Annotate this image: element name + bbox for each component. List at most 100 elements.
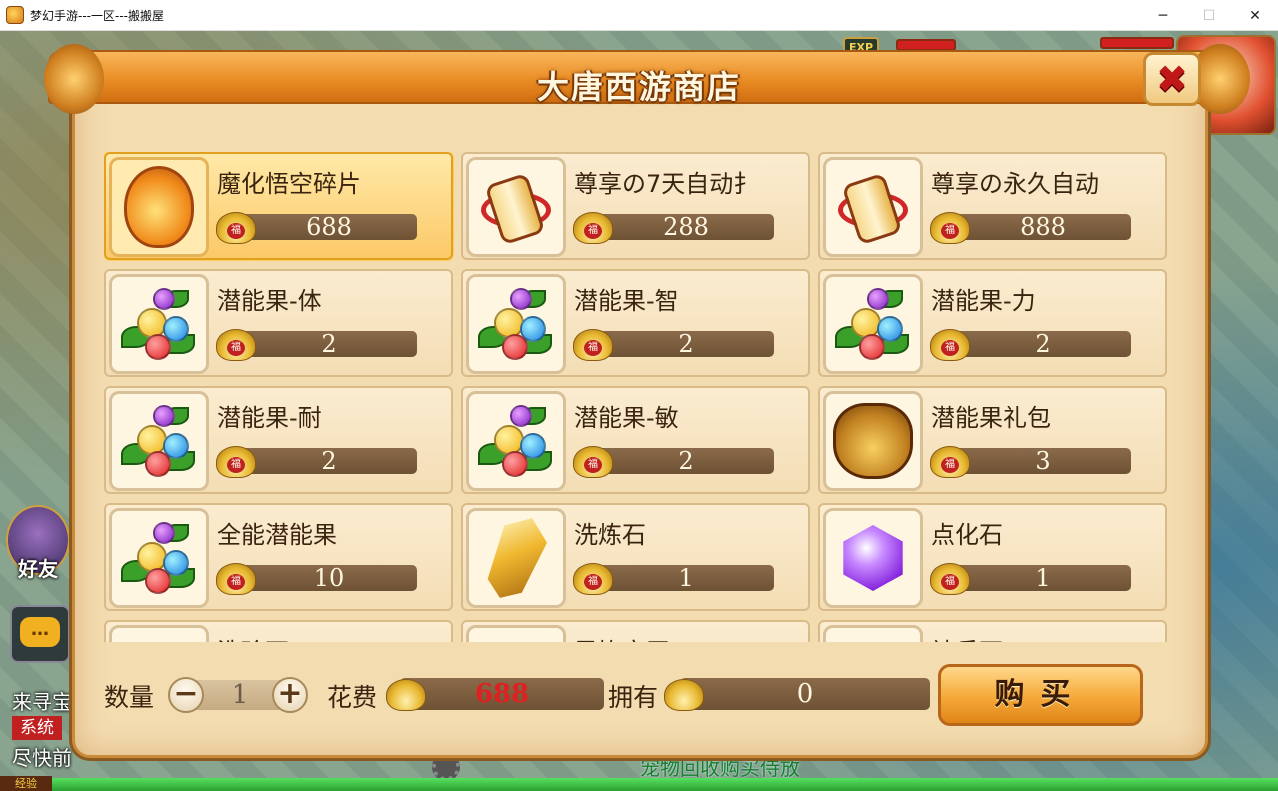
shop-item-card[interactable]: 神兵石 xyxy=(818,620,1167,642)
egg-icon xyxy=(109,157,209,257)
close-window-button[interactable]: ✕ xyxy=(1232,0,1278,31)
chat-button[interactable]: … xyxy=(10,605,70,663)
item-name: 灵饰宝玉 xyxy=(574,632,804,642)
owned-ingot-icon xyxy=(664,679,704,711)
minimize-button[interactable]: ─ xyxy=(1140,0,1186,31)
quantity-label: 数量 xyxy=(104,683,155,712)
item-price: 888 xyxy=(955,214,1131,240)
chat-line-1: 来寻宝 xyxy=(12,690,72,714)
buy-button[interactable]: 购买 xyxy=(938,664,1143,726)
ingot-icon xyxy=(216,446,256,478)
item-grid: 魔化悟空碎片688尊享の7天自动扌288尊享の永久自动888潜能果-体2潜能果-… xyxy=(104,152,1167,642)
gold-crystal-icon xyxy=(466,508,566,608)
window-controls: ─ ☐ ✕ xyxy=(1140,0,1278,31)
window-titlebar: 梦幻手游---一区---搬搬屋 ─ ☐ ✕ xyxy=(0,0,1278,31)
ingot-icon xyxy=(573,212,613,244)
maximize-button[interactable]: ☐ xyxy=(1186,0,1232,31)
item-price: 10 xyxy=(241,565,417,591)
shop-item-card[interactable]: 洗炼石 1 xyxy=(461,503,810,611)
scroll-icon xyxy=(823,157,923,257)
item-price: 1 xyxy=(955,565,1131,591)
ingot-icon xyxy=(930,212,970,244)
item-name: 洗炼石 xyxy=(574,521,646,549)
shop-item-card[interactable]: 潜能果-敏 2 xyxy=(461,386,810,494)
item-price: 688 xyxy=(241,214,417,240)
chat-icon: … xyxy=(20,617,60,647)
item-price: 1 xyxy=(598,565,774,591)
ingot-icon xyxy=(930,563,970,595)
item-name: 点化石 xyxy=(931,521,1003,549)
shop-item-card[interactable]: 灵饰宝玉 xyxy=(461,620,810,642)
app-icon xyxy=(6,6,24,24)
shop-item-card[interactable]: 魔化悟空碎片 688 xyxy=(104,152,453,260)
fruit-icon xyxy=(109,391,209,491)
cost-label: 花费 xyxy=(327,683,378,712)
item-name: 潜能果-智 xyxy=(574,287,679,315)
item-name: 尊享の永久自动 xyxy=(931,170,1099,198)
item-name: 潜能果-敏 xyxy=(574,404,679,432)
cost-value: 688 xyxy=(400,678,604,710)
shop-item-card[interactable]: 潜能果-力 2 xyxy=(818,269,1167,377)
item-icon xyxy=(109,625,209,642)
item-icon xyxy=(823,625,923,642)
ingot-icon xyxy=(930,446,970,478)
shop-item-card[interactable]: 潜能果-体 2 xyxy=(104,269,453,377)
ingot-icon xyxy=(573,563,613,595)
item-name: 潜能果礼包 xyxy=(931,404,1051,432)
shop-item-card[interactable]: 潜能果-智 2 xyxy=(461,269,810,377)
item-name: 洗珍石 xyxy=(217,632,447,642)
ingot-icon xyxy=(930,329,970,361)
item-name: 潜能果-力 xyxy=(931,287,1036,315)
fruit-icon xyxy=(109,508,209,608)
close-shop-button[interactable]: ✖ xyxy=(1143,52,1201,106)
close-icon: ✖ xyxy=(1156,57,1188,101)
window-title: 梦幻手游---一区---搬搬屋 xyxy=(30,8,164,23)
system-tag: 系统 xyxy=(12,716,62,740)
item-name: 全能潜能果 xyxy=(217,521,337,549)
ingot-icon xyxy=(216,563,256,595)
item-price: 2 xyxy=(598,331,774,357)
shop-item-card[interactable]: 尊享の7天自动扌 288 xyxy=(461,152,810,260)
ingot-icon xyxy=(573,329,613,361)
purple-gem-icon xyxy=(823,508,923,608)
item-name: 魔化悟空碎片 xyxy=(217,170,361,198)
player-hp-bar xyxy=(1100,37,1174,49)
gift-bag-icon xyxy=(823,391,923,491)
shop-item-card[interactable]: 全能潜能果 10 xyxy=(104,503,453,611)
friend-label: 好友 xyxy=(18,557,58,581)
item-name: 潜能果-体 xyxy=(217,287,322,315)
item-price: 2 xyxy=(955,331,1131,357)
owned-value: 0 xyxy=(680,678,930,710)
shop-title: 大唐西游商店 xyxy=(536,68,741,106)
exp-progress-bar xyxy=(0,778,1278,791)
ingot-icon xyxy=(216,212,256,244)
quantity-minus-button[interactable]: − xyxy=(168,677,204,713)
owned-label: 拥有 xyxy=(608,683,659,712)
shop-item-card[interactable]: 潜能果-耐 2 xyxy=(104,386,453,494)
shop-item-card[interactable]: 点化石 1 xyxy=(818,503,1167,611)
ingot-icon xyxy=(216,329,256,361)
cost-ingot-icon xyxy=(386,679,426,711)
exp-label: 经验 xyxy=(0,776,52,791)
shop-item-card[interactable]: 尊享の永久自动 888 xyxy=(818,152,1167,260)
quantity-plus-button[interactable]: + xyxy=(272,677,308,713)
fruit-icon xyxy=(466,274,566,374)
shop-item-card[interactable]: 洗珍石 xyxy=(104,620,453,642)
fruit-icon xyxy=(109,274,209,374)
item-price: 2 xyxy=(241,331,417,357)
item-price: 3 xyxy=(955,448,1131,474)
fruit-icon xyxy=(466,391,566,491)
item-price: 288 xyxy=(598,214,774,240)
chat-line-2: 尽快前 xyxy=(12,746,72,770)
item-price: 2 xyxy=(241,448,417,474)
ingot-icon xyxy=(573,446,613,478)
scroll-icon xyxy=(466,157,566,257)
item-name: 潜能果-耐 xyxy=(217,404,322,432)
item-icon xyxy=(466,625,566,642)
item-list[interactable]: 魔化悟空碎片688尊享の7天自动扌288尊享の永久自动888潜能果-体2潜能果-… xyxy=(104,152,1172,642)
fruit-icon xyxy=(823,274,923,374)
item-name: 尊享の7天自动扌 xyxy=(574,170,758,198)
item-price: 2 xyxy=(598,448,774,474)
item-name: 神兵石 xyxy=(931,632,1161,642)
shop-item-card[interactable]: 潜能果礼包 3 xyxy=(818,386,1167,494)
